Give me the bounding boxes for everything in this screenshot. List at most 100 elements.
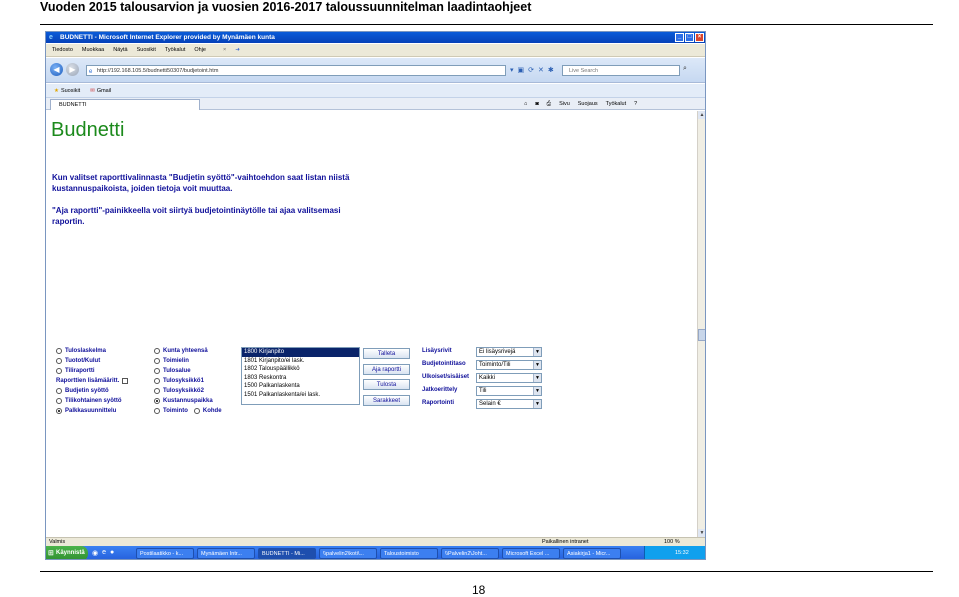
radio-circle[interactable] [154,408,160,414]
start-button[interactable]: Käynnistä [46,546,88,559]
dropdown-icon[interactable]: ▾ [510,66,514,74]
feeds-icon[interactable]: ◙ [535,98,538,110]
help-icon[interactable]: ? [634,98,637,110]
radio-tilikohtainen-syotto[interactable]: Tilikohtainen syöttö [56,396,128,406]
close-button[interactable]: × [695,33,704,42]
maximize-button[interactable]: □ [685,33,694,42]
radio-circle[interactable] [193,408,200,414]
cmd-tools[interactable]: Työkalut [606,98,626,110]
radio-palkkasuunnittelu[interactable]: Palkkasuunnittelu [56,406,128,416]
radio-circle[interactable] [56,388,62,394]
ie-quick-icon[interactable]: e [102,549,106,557]
quick-launch: ◉ e ● [92,549,114,557]
radio-circle-checked[interactable] [56,408,62,414]
chevron-down-icon[interactable]: ▼ [533,387,541,395]
url-input[interactable]: e http://192.168.105.5/budnetti50307/bud… [86,65,506,76]
taskbar: Käynnistä ◉ e ● Postilaatikko - k... Myn… [46,546,705,559]
scroll-down-icon[interactable]: ▼ [698,529,705,537]
gmail-link[interactable]: ✉ Gmail [90,84,111,97]
taskbar-item[interactable]: Mynämäen Intr... [197,548,255,559]
radio-circle-checked[interactable] [154,398,160,404]
scroll-up-icon[interactable]: ▲ [698,111,705,119]
menu-help[interactable]: Ohje [194,44,206,56]
chevron-down-icon[interactable]: ▼ [533,361,541,369]
menu-view[interactable]: Näytä [113,44,127,56]
radio-tulosyksikko1[interactable]: Tulosyksikkö1 [154,376,222,386]
taskbar-item[interactable]: Microsoft Excel ... [502,548,560,559]
radio-circle[interactable] [56,348,62,354]
radio-circle[interactable] [154,368,160,374]
list-item[interactable]: 1800 Kirjanpito [242,348,359,357]
select-ulkoiset-sisaiset[interactable]: Kaikki ▼ [476,373,542,383]
chevron-down-icon[interactable]: ▼ [533,374,541,382]
radio-circle[interactable] [154,348,160,354]
select-jatkoerittely[interactable]: Tili ▼ [476,386,542,396]
radio-tuotot-kulut[interactable]: Tuotot/Kulut [56,356,128,366]
forward-button[interactable]: ▶ [66,63,79,76]
select-raportointi[interactable]: Selain € ▼ [476,399,542,409]
taskbar-item[interactable]: Postilaatikko - k... [136,548,194,559]
radio-toiminto[interactable]: Toiminto Kohde [154,406,222,416]
list-item[interactable]: 1501 Palkanlaskenta/ei lask. [242,391,359,400]
list-item[interactable]: 1801 Kirjanpito/ei lask. [242,357,359,366]
menu-edit[interactable]: Muokkaa [82,44,104,56]
radio-tulosalue[interactable]: Tulosalue [154,366,222,376]
radio-circle[interactable] [154,358,160,364]
list-item[interactable]: 1803 Reskontra [242,374,359,383]
checkbox-box[interactable] [122,378,129,384]
radio-circle[interactable] [56,368,62,374]
taskbar-item-active[interactable]: BUDNETTI - Mi... [258,548,316,559]
taskbar-item[interactable]: \\palvelin2\koti\... [319,548,377,559]
firefox-icon[interactable]: ● [110,549,114,557]
menu-file[interactable]: Tiedosto [52,44,73,56]
taskbar-item[interactable]: Taloustoimisto [380,548,438,559]
back-button[interactable]: ◀ [50,63,63,76]
chevron-down-icon[interactable]: ▼ [533,348,541,356]
menu-tools[interactable]: Työkalut [165,44,185,56]
home-icon[interactable]: ⌂ [524,98,527,110]
cmd-page[interactable]: Sivu [559,98,570,110]
search-input[interactable]: Live Search [562,65,680,76]
cmd-safety[interactable]: Suojaus [578,98,598,110]
menu-favorites[interactable]: Suosikit [137,44,156,56]
taskbar-item[interactable]: Asiakirja1 - Micr... [563,548,621,559]
radio-kunta-yhteensa[interactable]: Kunta yhteensä [154,346,222,356]
favorites-button[interactable]: ★ Suosikit [54,84,80,97]
chevron-down-icon[interactable]: ▼ [533,400,541,408]
refresh-icon[interactable]: ⟳ [528,66,534,74]
radio-kustannuspaikka[interactable]: Kustannuspaikka [154,396,222,406]
checkbox-raporttien-lisamaaritt[interactable]: Raporttien lisämääritt. [56,376,129,386]
radio-circle[interactable] [154,388,160,394]
save-button[interactable]: Talleta [363,348,410,359]
radio-circle[interactable] [56,398,62,404]
print-button[interactable]: Tulosta [363,379,410,390]
search-icon[interactable]: ⌕ [683,65,687,73]
print-icon[interactable]: ⎙ [547,98,551,110]
chrome-icon[interactable]: ◉ [92,549,98,557]
radio-kohde[interactable]: Kohde [193,406,222,416]
compat-icon[interactable]: ▣ [518,66,525,74]
close-menu-icon[interactable]: × [223,44,226,56]
list-item[interactable]: 1500 Palkanlaskenta [242,382,359,391]
run-report-button[interactable]: Aja raportti [363,364,410,375]
scroll-thumb[interactable] [698,329,705,341]
vertical-scrollbar[interactable]: ▲ ▼ [697,111,705,537]
cost-center-list[interactable]: 1800 Kirjanpito 1801 Kirjanpito/ei lask.… [241,347,360,405]
radio-toimielin[interactable]: Toimielin [154,356,222,366]
radio-tulosyksikko2[interactable]: Tulosyksikkö2 [154,386,222,396]
radio-tiliraportti[interactable]: Tiliraportti [56,366,128,376]
links-icon[interactable]: ➜ [235,44,240,56]
radio-budjetin-syotto[interactable]: Budjetin syöttö [56,386,128,396]
radio-tuloslaskelma[interactable]: Tuloslaskelma [56,346,128,356]
taskbar-item[interactable]: \\Palvelin2\Joht... [441,548,499,559]
tab-budnetti[interactable]: BUDNETTI [50,99,200,110]
radio-circle[interactable] [154,378,160,384]
select-budjetointitaso[interactable]: Toiminto/Tili ▼ [476,360,542,370]
select-lisaysrivit[interactable]: Ei lisäysrivejä ▼ [476,347,542,357]
stop-icon[interactable]: ✕ [538,66,544,74]
columns-button[interactable]: Sarakkeet [363,395,410,406]
minimize-button[interactable]: _ [675,33,684,42]
list-item[interactable]: 1802 Talouspäällikkö [242,365,359,374]
radio-circle[interactable] [56,358,62,364]
clock[interactable]: 15:32 [675,550,689,556]
